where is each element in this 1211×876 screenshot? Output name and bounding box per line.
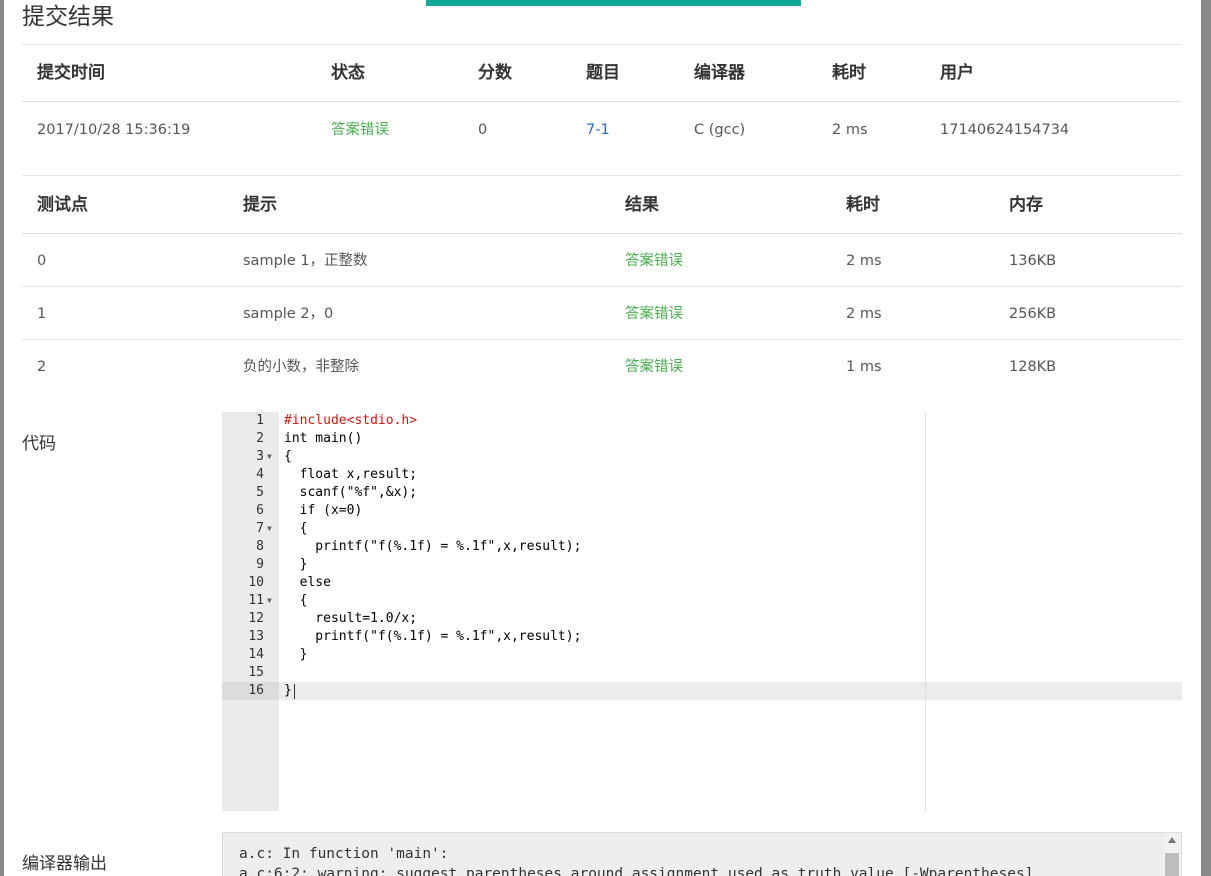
- line-number: 1: [256, 413, 264, 428]
- header-memory: 内存: [1009, 195, 1043, 215]
- line-number: 10: [248, 575, 264, 590]
- line-number: 11: [248, 593, 264, 608]
- header-user: 用户: [940, 63, 974, 83]
- header-score: 分数: [478, 63, 512, 83]
- testcase-hint: 负的小数，非整除: [243, 359, 359, 375]
- code-line: float x,result;: [284, 467, 418, 482]
- code-line: result=1.0/x;: [284, 611, 418, 626]
- testcase-memory: 128KB: [1009, 359, 1057, 375]
- code-line: {: [284, 593, 308, 608]
- code-line: else: [284, 575, 331, 590]
- compiler-output-label: 编译器输出: [22, 854, 107, 874]
- line-number: 7: [256, 521, 264, 536]
- fold-toggle-icon[interactable]: ▼: [267, 592, 272, 610]
- code-line: }: [284, 647, 308, 662]
- testcase-memory: 256KB: [1009, 306, 1057, 322]
- header-time: 耗时: [846, 195, 880, 215]
- status-value: 答案错误: [331, 122, 389, 138]
- header-submit-time: 提交时间: [37, 63, 105, 83]
- divider: [22, 233, 1182, 234]
- code-line: int main(): [284, 431, 363, 446]
- testcase-result: 答案错误: [625, 253, 683, 269]
- fold-toggle-icon[interactable]: ▼: [267, 520, 272, 538]
- testcase-id: 2: [37, 359, 47, 375]
- fold-toggle-icon[interactable]: ▼: [267, 448, 272, 466]
- modal-title: 提交结果: [22, 4, 114, 30]
- testcase-hint: sample 2，0: [243, 306, 334, 322]
- problem-link[interactable]: 7-1: [586, 121, 610, 139]
- compiler-output-box[interactable]: a.c: In function 'main': a.c:6:2: warnin…: [222, 832, 1182, 876]
- scroll-thumb[interactable]: [1165, 853, 1179, 876]
- testcase-time: 2 ms: [846, 253, 882, 269]
- divider: [22, 44, 1182, 45]
- code-line: {: [284, 449, 292, 464]
- line-number: 16: [248, 683, 264, 698]
- output-scrollbar[interactable]: [1163, 833, 1181, 876]
- compiler-output-line: a.c:6:2: warning: suggest parentheses ar…: [239, 866, 1034, 876]
- code-line: #include<stdio.h>: [284, 413, 418, 428]
- code-line: if (x=0): [284, 503, 363, 518]
- testcase-hint: sample 1，正整数: [243, 253, 368, 269]
- code-line: {: [284, 521, 308, 536]
- scroll-up-arrow-icon[interactable]: [1168, 837, 1176, 843]
- testcase-time: 1 ms: [846, 359, 882, 375]
- print-margin: [925, 412, 926, 811]
- score-value: 0: [478, 122, 488, 138]
- testcase-time: 2 ms: [846, 306, 882, 322]
- line-number: 5: [256, 485, 264, 500]
- line-number: 14: [248, 647, 264, 662]
- time-value: 2 ms: [832, 122, 868, 138]
- code-line: printf("f(%.1f) = %.1f",x,result);: [284, 629, 582, 644]
- line-number: 15: [248, 665, 264, 680]
- header-testcase: 测试点: [37, 195, 88, 215]
- divider: [22, 286, 1182, 287]
- code-line: }: [284, 683, 292, 698]
- header-time: 耗时: [832, 63, 866, 83]
- line-number: 2: [256, 431, 264, 446]
- testcase-result: 答案错误: [625, 306, 683, 322]
- line-number: 13: [248, 629, 264, 644]
- line-number: 8: [256, 539, 264, 554]
- active-line-highlight: [222, 682, 1182, 700]
- header-result: 结果: [625, 195, 659, 215]
- line-number: 4: [256, 467, 264, 482]
- code-line: }: [284, 557, 308, 572]
- divider: [22, 101, 1182, 102]
- submission-result-modal: 提交结果 提交时间 状态 分数 题目 编译器 耗时 用户 2017/10/28 …: [4, 0, 1201, 876]
- line-number: 12: [248, 611, 264, 626]
- code-line: printf("f(%.1f) = %.1f",x,result);: [284, 539, 582, 554]
- modal-top-accent-bar: [426, 0, 801, 6]
- header-compiler: 编译器: [694, 63, 745, 83]
- compiler-output-line: a.c: In function 'main':: [239, 846, 449, 862]
- divider: [22, 339, 1182, 340]
- header-problem: 题目: [586, 63, 620, 83]
- code-label: 代码: [22, 434, 56, 454]
- line-number: 3: [256, 449, 264, 464]
- line-number: 6: [256, 503, 264, 518]
- testcase-id: 0: [37, 253, 47, 269]
- testcase-memory: 136KB: [1009, 253, 1057, 269]
- code-editor[interactable]: 1 2 3 4 5 6 7 8 9 10 11 12 13 14 15 16 ▼…: [222, 412, 1182, 811]
- divider: [22, 175, 1182, 176]
- testcase-id: 1: [37, 306, 47, 322]
- code-line: scanf("%f",&x);: [284, 485, 418, 500]
- testcase-result: 答案错误: [625, 359, 683, 375]
- compiler-value: C (gcc): [694, 122, 746, 138]
- header-hint: 提示: [243, 195, 277, 215]
- user-value: 17140624154734: [940, 122, 1070, 138]
- line-number: 9: [256, 557, 264, 572]
- header-status: 状态: [331, 63, 365, 83]
- submit-time-value: 2017/10/28 15:36:19: [37, 122, 191, 138]
- text-cursor: [294, 684, 295, 699]
